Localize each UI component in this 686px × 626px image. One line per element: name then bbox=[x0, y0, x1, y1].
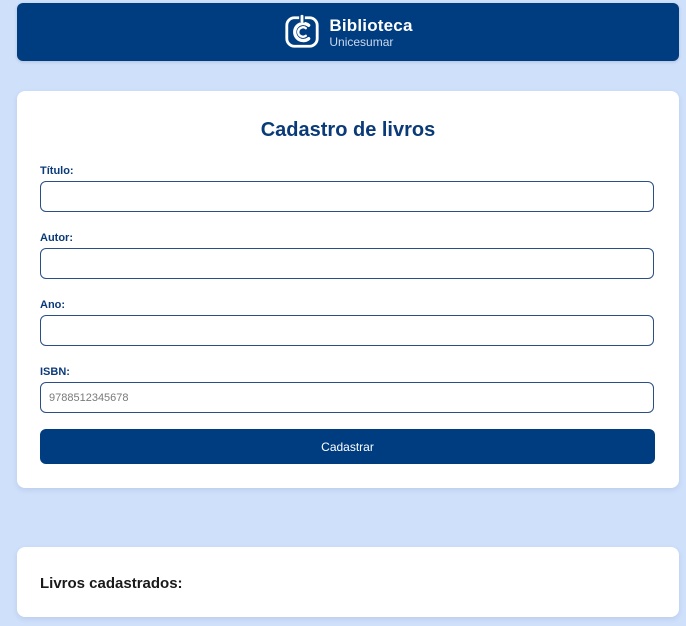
list-title: Livros cadastrados: bbox=[40, 575, 183, 592]
book-form-card: Cadastro de livros Título: Autor: Ano: I… bbox=[17, 91, 679, 488]
title-input[interactable] bbox=[40, 181, 654, 212]
form-title: Cadastro de livros bbox=[260, 119, 436, 141]
app-header: Biblioteca Unicesumar bbox=[17, 3, 679, 61]
app-title: Biblioteca bbox=[329, 15, 413, 35]
author-input[interactable] bbox=[40, 248, 654, 279]
app-subtitle: Unicesumar bbox=[329, 34, 394, 49]
year-input[interactable] bbox=[40, 315, 654, 346]
submit-button[interactable]: Cadastrar bbox=[40, 429, 655, 464]
unicesumar-logo-icon bbox=[285, 13, 319, 48]
book-list-card: Livros cadastrados: bbox=[17, 547, 679, 617]
brand-text: Biblioteca Unicesumar bbox=[329, 17, 412, 48]
author-label: Autor: bbox=[40, 232, 73, 244]
title-label: Título: bbox=[40, 165, 74, 177]
isbn-label: ISBN: bbox=[40, 366, 70, 378]
year-label: Ano: bbox=[40, 299, 66, 311]
isbn-input[interactable] bbox=[40, 382, 654, 413]
brand: Biblioteca Unicesumar bbox=[283, 13, 412, 51]
